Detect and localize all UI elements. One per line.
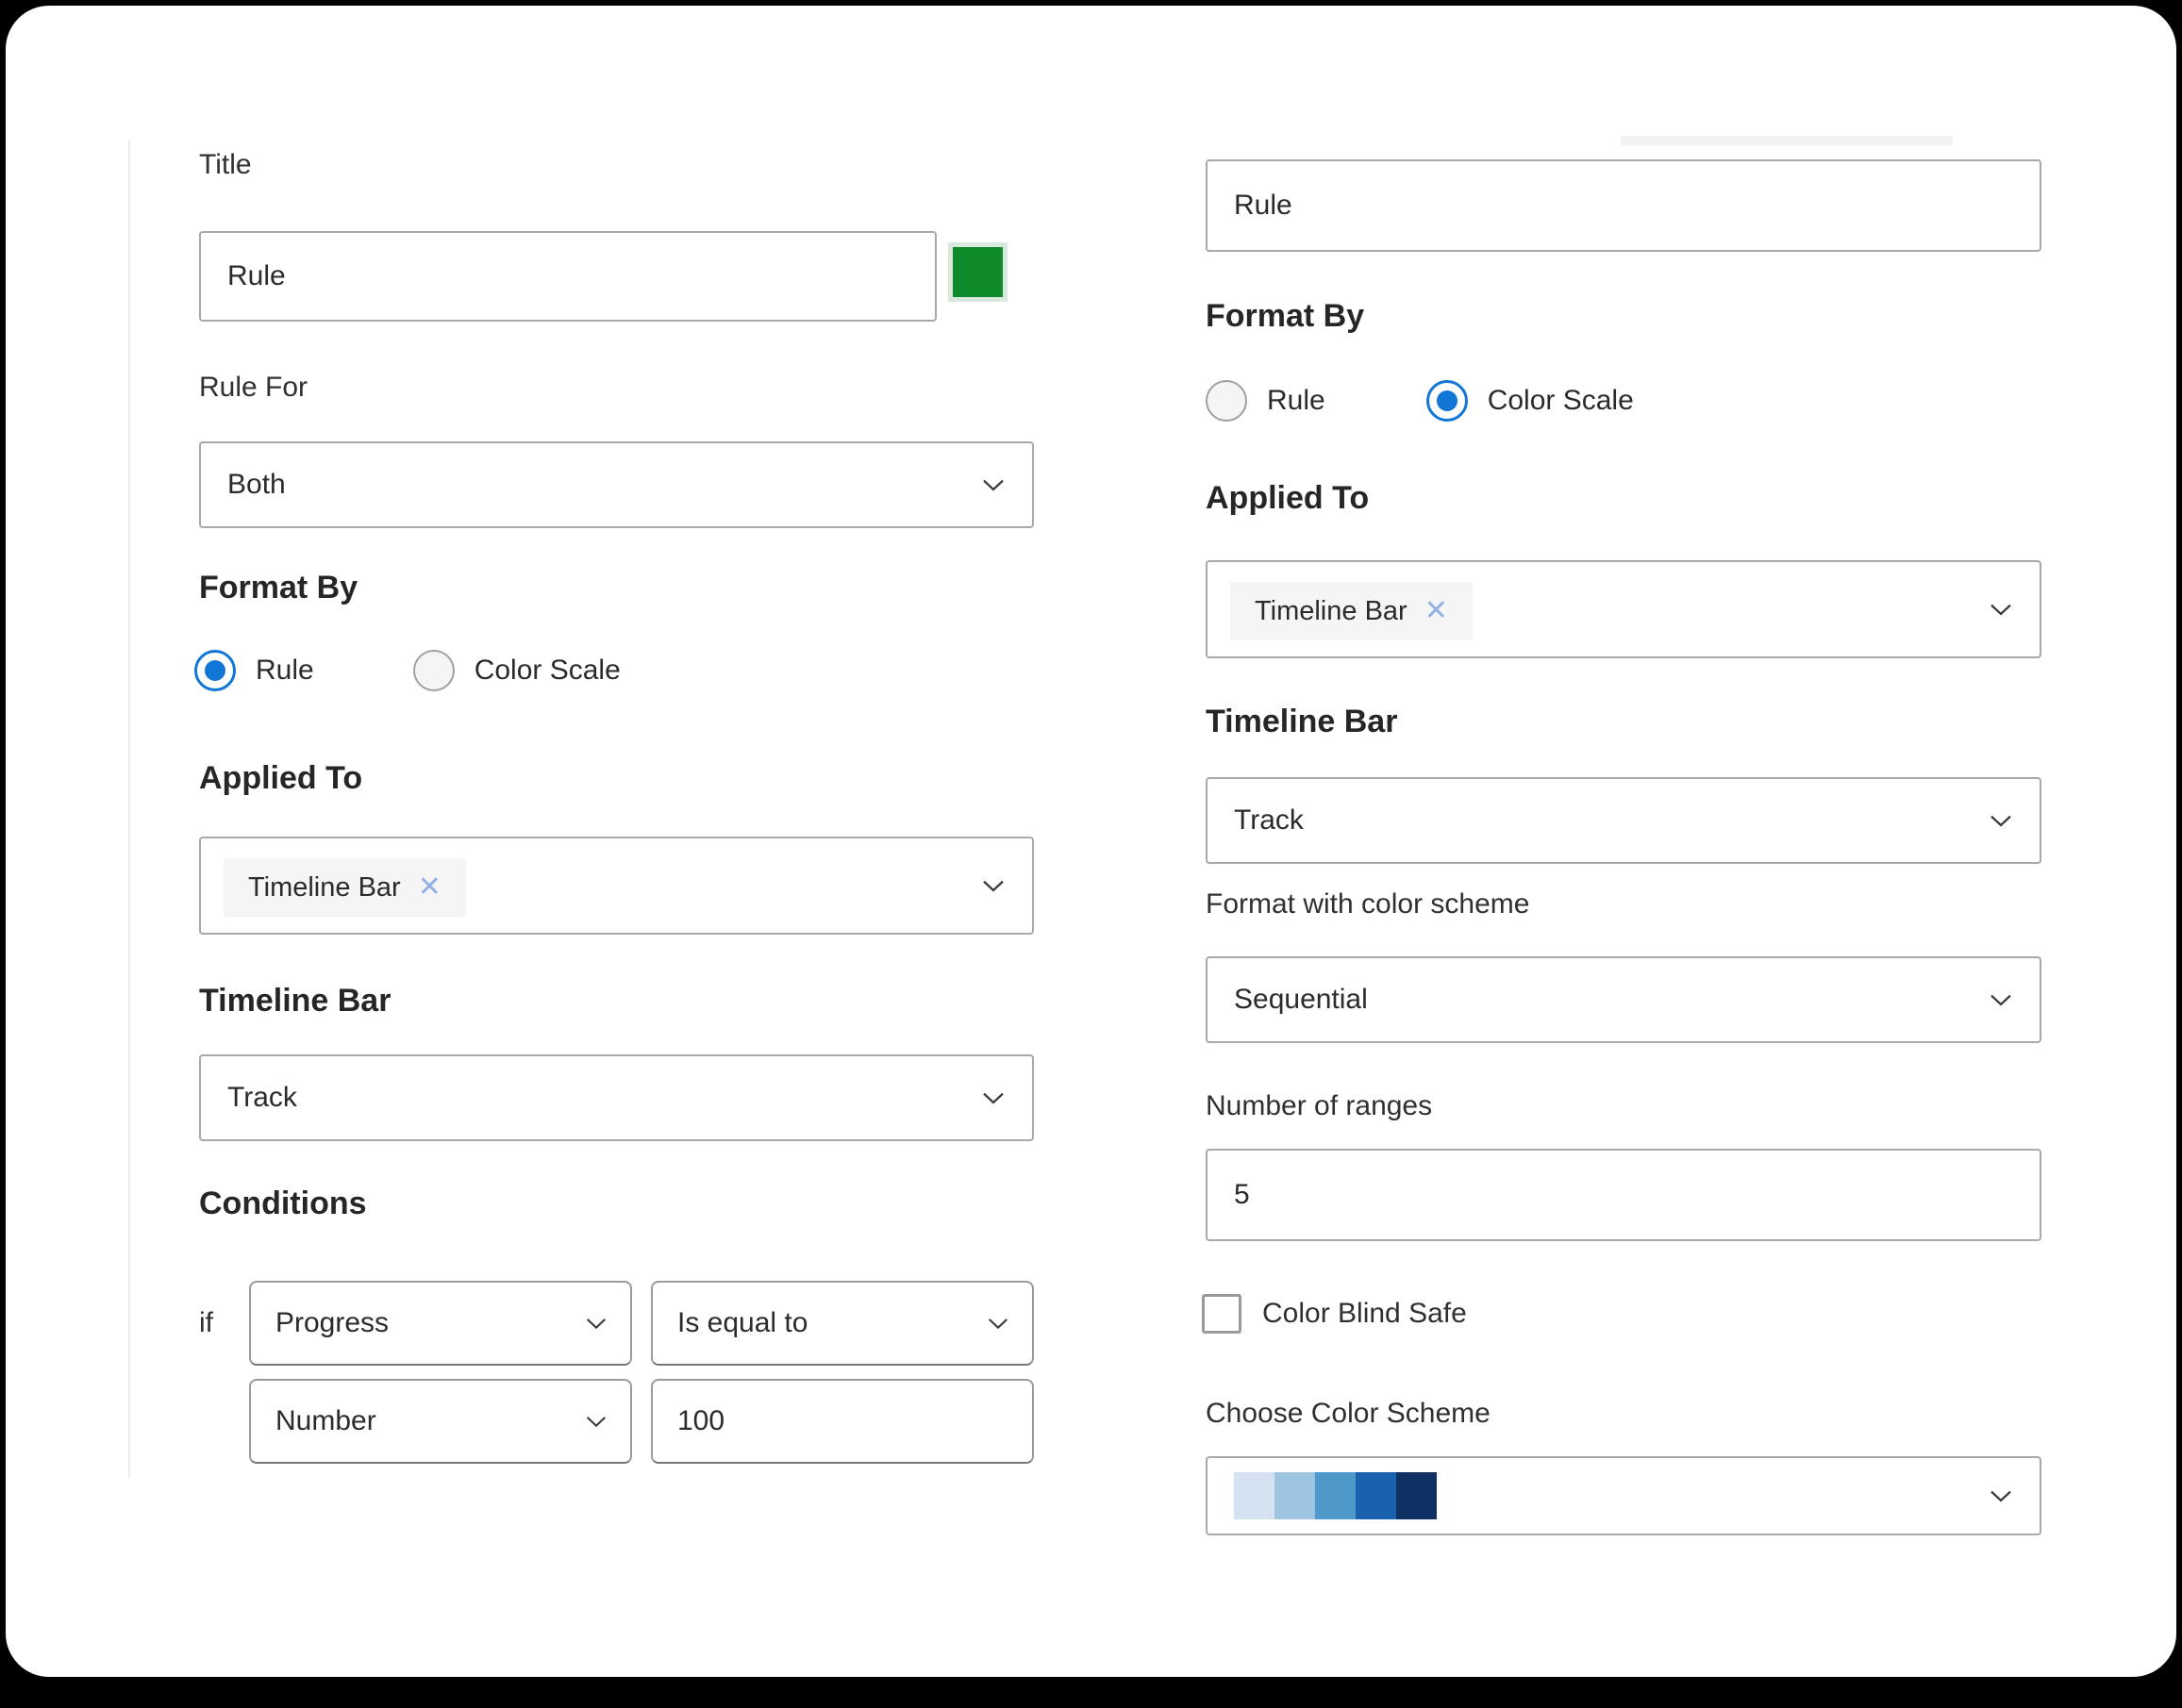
rule-color-swatch[interactable] bbox=[948, 242, 1008, 302]
title-input-right[interactable]: Rule bbox=[1206, 159, 2041, 252]
color-blind-safe-label: Color Blind Safe bbox=[1262, 1298, 1467, 1329]
title-label: Title bbox=[199, 149, 252, 180]
radio-label: Rule bbox=[1267, 385, 1325, 416]
tag-label: Timeline Bar bbox=[248, 871, 401, 903]
condition-field-value: Progress bbox=[275, 1307, 390, 1338]
num-ranges-value: 5 bbox=[1234, 1179, 1250, 1210]
condition-value: 100 bbox=[677, 1405, 725, 1436]
timeline-bar-value-right: Track bbox=[1234, 804, 1304, 836]
scheme-swatch bbox=[1315, 1472, 1356, 1519]
dialog-panel: Title Rule Rule For Both Format By Rule … bbox=[6, 6, 2176, 1677]
applied-to-tag-left: Timeline Bar ✕ bbox=[224, 858, 466, 917]
timeline-bar-heading-left: Timeline Bar bbox=[199, 983, 391, 1019]
num-ranges-input[interactable]: 5 bbox=[1206, 1149, 2041, 1241]
chevron-down-icon bbox=[1990, 815, 2011, 827]
applied-to-heading-right: Applied To bbox=[1206, 480, 1370, 516]
chevron-down-icon bbox=[988, 1318, 1008, 1330]
radio-rule-right[interactable]: Rule bbox=[1206, 380, 1325, 422]
scrollbar-track[interactable] bbox=[1621, 136, 1953, 145]
scheme-swatch bbox=[1396, 1472, 1437, 1519]
radio-circle-icon bbox=[194, 650, 236, 691]
format-by-heading-left: Format By bbox=[199, 570, 358, 605]
radio-circle-icon bbox=[1425, 380, 1468, 422]
rule-for-value: Both bbox=[227, 469, 286, 500]
condition-field-select[interactable]: Progress bbox=[249, 1281, 632, 1366]
timeline-bar-select-right[interactable]: Track bbox=[1206, 777, 2041, 864]
radio-rule-left[interactable]: Rule bbox=[194, 650, 314, 691]
choose-color-scheme-label: Choose Color Scheme bbox=[1206, 1398, 1491, 1429]
chevron-down-icon bbox=[586, 1318, 607, 1330]
condition-operator-select[interactable]: Is equal to bbox=[651, 1281, 1034, 1366]
left-edge-divider bbox=[128, 140, 130, 1479]
applied-to-tag-right: Timeline Bar ✕ bbox=[1230, 582, 1473, 640]
timeline-bar-heading-right: Timeline Bar bbox=[1206, 704, 1398, 739]
tag-remove-icon[interactable]: ✕ bbox=[1424, 597, 1448, 625]
color-scheme-select[interactable] bbox=[1206, 1456, 2041, 1535]
condition-value-type-select[interactable]: Number bbox=[249, 1379, 632, 1464]
title-input-value: Rule bbox=[227, 260, 286, 291]
scheme-swatch bbox=[1356, 1472, 1396, 1519]
radio-label: Color Scale bbox=[474, 655, 621, 686]
num-ranges-label: Number of ranges bbox=[1206, 1090, 1433, 1121]
if-label: if bbox=[199, 1307, 213, 1338]
title-input[interactable]: Rule bbox=[199, 231, 937, 322]
chevron-down-icon bbox=[1990, 1490, 2011, 1502]
tag-remove-icon[interactable]: ✕ bbox=[418, 873, 441, 902]
scheme-type-select[interactable]: Sequential bbox=[1206, 956, 2041, 1043]
chevron-down-icon bbox=[1990, 994, 2011, 1006]
applied-to-heading-left: Applied To bbox=[199, 760, 363, 796]
condition-operator-value: Is equal to bbox=[677, 1307, 808, 1338]
rule-for-select[interactable]: Both bbox=[199, 441, 1034, 528]
scheme-swatch bbox=[1234, 1472, 1274, 1519]
chevron-down-icon bbox=[983, 880, 1004, 892]
conditional-formatting-dialog: Title Rule Rule For Both Format By Rule … bbox=[0, 0, 2182, 1708]
radio-circle-icon bbox=[412, 650, 455, 691]
chevron-down-icon bbox=[983, 1092, 1004, 1104]
applied-to-multiselect-left[interactable]: Timeline Bar ✕ bbox=[199, 837, 1034, 935]
tag-label: Timeline Bar bbox=[1255, 595, 1407, 626]
condition-value-input[interactable]: 100 bbox=[651, 1379, 1034, 1464]
scheme-swatch bbox=[1274, 1472, 1315, 1519]
chevron-down-icon bbox=[586, 1417, 607, 1428]
timeline-bar-select-left[interactable]: Track bbox=[199, 1054, 1034, 1141]
title-input-right-value: Rule bbox=[1234, 190, 1292, 221]
rule-for-label: Rule For bbox=[199, 372, 308, 403]
conditions-heading: Conditions bbox=[199, 1186, 367, 1221]
radio-circle-icon bbox=[1206, 380, 1247, 422]
chevron-down-icon bbox=[983, 479, 1004, 491]
radio-label: Rule bbox=[256, 655, 314, 686]
applied-to-multiselect-right[interactable]: Timeline Bar ✕ bbox=[1206, 560, 2041, 658]
scheme-type-value: Sequential bbox=[1234, 984, 1368, 1015]
timeline-bar-value-left: Track bbox=[227, 1082, 297, 1113]
format-by-radiogroup-right: Rule Color Scale bbox=[1206, 379, 1634, 423]
radio-color-scale-right[interactable]: Color Scale bbox=[1425, 380, 1634, 422]
color-scheme-swatches bbox=[1234, 1472, 1437, 1519]
format-by-radiogroup-left: Rule Color Scale bbox=[194, 649, 621, 692]
radio-color-scale-left[interactable]: Color Scale bbox=[412, 650, 621, 691]
chevron-down-icon bbox=[1990, 604, 2011, 616]
format-by-heading-right: Format By bbox=[1206, 298, 1365, 334]
condition-value-type-value: Number bbox=[275, 1405, 376, 1436]
color-blind-safe-checkbox[interactable] bbox=[1202, 1294, 1241, 1334]
radio-label: Color Scale bbox=[1487, 385, 1634, 416]
format-with-scheme-label: Format with color scheme bbox=[1206, 888, 1530, 920]
